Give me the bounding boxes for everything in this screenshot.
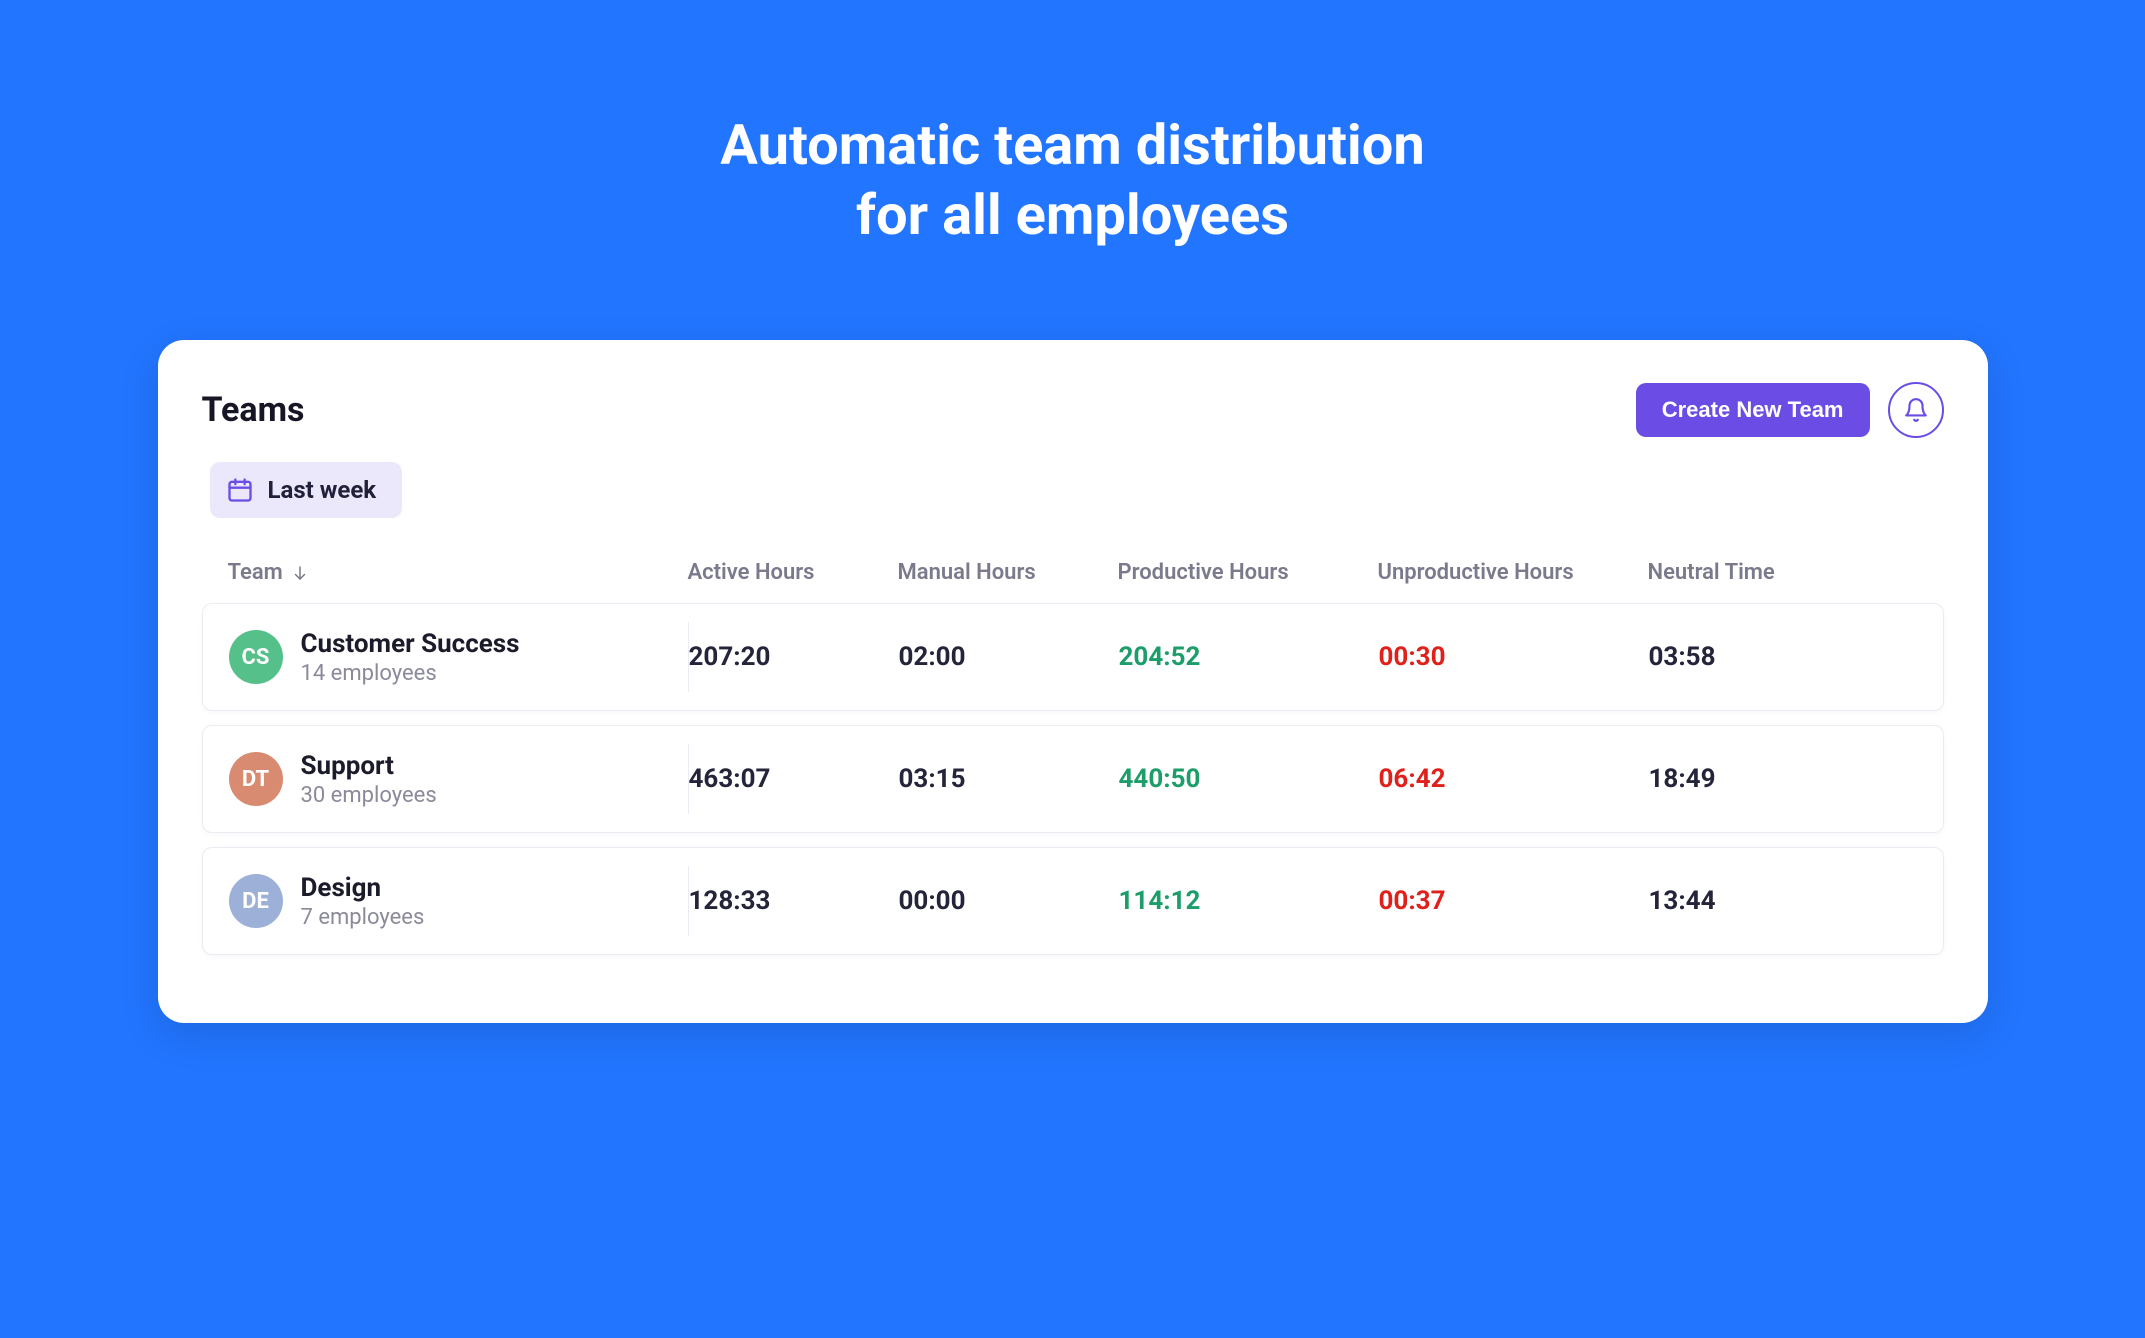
unproductive-hours-cell: 06:42 — [1379, 764, 1649, 794]
team-info: Design 7 employees — [301, 873, 425, 930]
card-actions: Create New Team — [1636, 382, 1944, 438]
avatar: DE — [229, 874, 283, 928]
column-header-active-hours[interactable]: Active Hours — [688, 560, 898, 585]
team-subtitle: 14 employees — [301, 661, 520, 686]
team-info: Support 30 employees — [301, 751, 437, 808]
table-row[interactable]: DT Support 30 employees 463:07 03:15 440… — [202, 725, 1944, 833]
teams-card: Teams Create New Team Last week — [158, 340, 1988, 1023]
neutral-time-cell: 03:58 — [1649, 642, 1917, 672]
column-header-productive-hours[interactable]: Productive Hours — [1118, 560, 1378, 585]
productive-hours-cell: 440:50 — [1119, 764, 1379, 794]
create-new-team-button[interactable]: Create New Team — [1636, 383, 1870, 437]
productive-hours-cell: 114:12 — [1119, 886, 1379, 916]
active-hours-cell: 207:20 — [689, 642, 899, 672]
column-header-neutral-time[interactable]: Neutral Time — [1648, 560, 1918, 585]
unproductive-hours-cell: 00:30 — [1379, 642, 1649, 672]
table-row[interactable]: DE Design 7 employees 128:33 00:00 114:1… — [202, 847, 1944, 955]
notifications-button[interactable] — [1888, 382, 1944, 438]
team-cell: DT Support 30 employees — [229, 744, 689, 814]
productive-hours-cell: 204:52 — [1119, 642, 1379, 672]
team-subtitle: 7 employees — [301, 905, 425, 930]
team-name: Design — [301, 873, 425, 903]
team-cell: CS Customer Success 14 employees — [229, 622, 689, 692]
table-row[interactable]: CS Customer Success 14 employees 207:20 … — [202, 603, 1944, 711]
neutral-time-cell: 18:49 — [1649, 764, 1917, 794]
hero-title-line2: for all employees — [856, 182, 1289, 248]
active-hours-cell: 463:07 — [689, 764, 899, 794]
team-info: Customer Success 14 employees — [301, 629, 520, 686]
active-hours-cell: 128:33 — [689, 886, 899, 916]
avatar: DT — [229, 752, 283, 806]
table-header-row: Team Active Hours Manual Hours Productiv… — [202, 546, 1944, 603]
team-cell: DE Design 7 employees — [229, 866, 689, 936]
teams-table: Team Active Hours Manual Hours Productiv… — [202, 546, 1944, 955]
card-header: Teams Create New Team — [202, 382, 1944, 438]
arrow-down-icon — [291, 564, 309, 582]
column-header-manual-hours[interactable]: Manual Hours — [898, 560, 1118, 585]
column-header-unproductive-hours[interactable]: Unproductive Hours — [1378, 560, 1648, 585]
manual-hours-cell: 02:00 — [899, 642, 1119, 672]
neutral-time-cell: 13:44 — [1649, 886, 1917, 916]
column-header-team-label: Team — [228, 560, 283, 585]
date-filter-label: Last week — [268, 476, 377, 504]
avatar: CS — [229, 630, 283, 684]
manual-hours-cell: 03:15 — [899, 764, 1119, 794]
team-name: Support — [301, 751, 437, 781]
column-header-team[interactable]: Team — [228, 560, 688, 585]
hero-title: Automatic team distribution for all empl… — [720, 110, 1424, 250]
unproductive-hours-cell: 00:37 — [1379, 886, 1649, 916]
date-filter-chip[interactable]: Last week — [210, 462, 403, 518]
team-subtitle: 30 employees — [301, 783, 437, 808]
team-name: Customer Success — [301, 629, 520, 659]
hero-title-line1: Automatic team distribution — [720, 112, 1424, 178]
manual-hours-cell: 00:00 — [899, 886, 1119, 916]
card-title: Teams — [202, 390, 305, 430]
bell-icon — [1903, 397, 1929, 423]
calendar-icon — [226, 476, 254, 504]
